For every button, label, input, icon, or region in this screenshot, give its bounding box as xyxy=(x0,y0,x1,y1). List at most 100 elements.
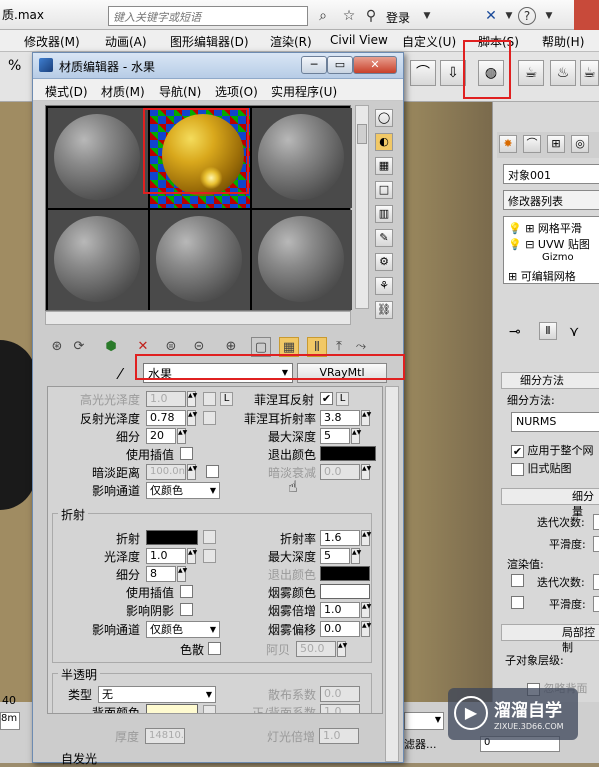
params-vertical-scrollbar[interactable] xyxy=(385,386,399,762)
backlight-icon[interactable]: ◐ xyxy=(375,133,393,151)
scroll-thumb[interactable] xyxy=(357,124,367,144)
window-close-area[interactable] xyxy=(574,0,599,30)
pick-material-eyedropper-icon[interactable]: ⁄ xyxy=(119,365,122,383)
maximize-button[interactable]: ▭ xyxy=(327,56,353,74)
sample-slot-3[interactable] xyxy=(252,108,352,208)
modify-tab-icon[interactable]: ⌒ xyxy=(523,135,541,153)
dispersion-checkbox[interactable] xyxy=(208,642,221,655)
refr-subdivs-spinner[interactable]: 8 xyxy=(146,566,176,582)
object-name-field[interactable]: 对象001 xyxy=(503,164,599,184)
dim-distance-arrows[interactable]: ▲▼ xyxy=(187,464,197,480)
user-icon[interactable]: ⚲ xyxy=(364,7,378,25)
curve-editor-button[interactable]: ⌒ xyxy=(410,60,436,86)
me-menu-material[interactable]: 材质(M) xyxy=(101,83,145,100)
dropdown-arrow-icon[interactable]: ▼ xyxy=(500,7,518,25)
options-icon[interactable]: ⚙ xyxy=(375,253,393,271)
render-iterations-checkbox[interactable] xyxy=(511,574,524,587)
sample-slot-6[interactable] xyxy=(252,210,352,310)
refr-affect-channels-select[interactable]: 仅颜色 ▼ xyxy=(146,621,220,638)
menu-rendering[interactable]: 渲染(R) xyxy=(270,33,312,50)
refr-gloss-arrows[interactable]: ▲▼ xyxy=(187,548,197,564)
refl-gloss-arrows[interactable]: ▲▼ xyxy=(187,410,197,426)
render-iterations-spinner[interactable] xyxy=(593,574,599,590)
background-icon[interactable]: ▦ xyxy=(375,157,393,175)
assign-to-selection-icon[interactable]: ⬢ xyxy=(101,337,121,357)
me-menu-modes[interactable]: 模式(D) xyxy=(45,83,88,100)
rendered-frame-button[interactable]: ♨ xyxy=(550,60,576,86)
max-depth-spinner[interactable]: 5 xyxy=(320,428,350,444)
refr-use-interp-checkbox[interactable] xyxy=(180,585,193,598)
filter-button[interactable]: 滤器... xyxy=(404,736,437,752)
exit-color-swatch[interactable] xyxy=(320,446,376,461)
fresnel-checkbox[interactable]: ✔ xyxy=(320,392,333,405)
max-depth-arrows[interactable]: ▲▼ xyxy=(351,428,361,444)
scatter-coef-spinner[interactable]: 0.0 xyxy=(320,686,360,702)
back-color-swatch[interactable] xyxy=(146,704,198,713)
refract-map-button[interactable] xyxy=(203,530,216,544)
motion-tab-icon[interactable]: ◎ xyxy=(571,135,589,153)
refl-gloss-map-button[interactable] xyxy=(203,411,216,425)
create-tab-icon[interactable]: ✸ xyxy=(499,135,517,153)
fog-bias-arrows[interactable]: ▲▼ xyxy=(361,621,371,637)
rollout-subdiv-amount[interactable]: 细分量 xyxy=(501,488,599,518)
iterations-spinner[interactable] xyxy=(593,514,599,530)
abbe-arrows[interactable]: ▲▼ xyxy=(337,641,347,657)
light-mult-spinner[interactable]: 1.0 xyxy=(319,728,359,744)
ior-arrows[interactable]: ▲▼ xyxy=(361,530,371,546)
sample-uv-tiling-icon[interactable]: □ xyxy=(375,181,393,199)
fog-mult-spinner[interactable]: 1.0 xyxy=(320,602,360,618)
back-color-map-button[interactable] xyxy=(203,705,216,713)
render-smoothness-spinner[interactable] xyxy=(593,596,599,612)
me-menu-options[interactable]: 选项(O) xyxy=(215,83,258,100)
me-menu-utilities[interactable]: 实用程序(U) xyxy=(271,83,337,100)
modifier-list-dropdown[interactable]: 修改器列表 xyxy=(503,190,599,210)
abbe-spinner[interactable]: 50.0 xyxy=(296,641,336,657)
exchange-icon[interactable]: ✕ xyxy=(482,7,500,25)
hierarchy-tab-icon[interactable]: ⊞ xyxy=(547,135,565,153)
material-map-navigator-icon[interactable]: ⛓ xyxy=(375,301,393,319)
minimize-button[interactable]: ─ xyxy=(301,56,327,74)
select-by-material-icon[interactable]: ⚘ xyxy=(375,277,393,295)
thickness-spinner[interactable]: 14810. xyxy=(145,728,185,744)
get-material-icon[interactable]: ⊛ xyxy=(47,337,67,357)
percent-snap-icon[interactable]: % xyxy=(8,58,21,74)
hilight-gloss-arrows[interactable]: ▲▼ xyxy=(187,391,197,407)
stack-item-gizmo[interactable]: Gizmo xyxy=(542,252,574,263)
slots-vertical-scrollbar[interactable] xyxy=(355,105,369,309)
hilight-gloss-spinner[interactable]: 1.0 xyxy=(146,391,186,407)
dim-falloff-spinner[interactable]: 0.0 xyxy=(320,464,360,480)
put-to-scene-icon[interactable]: ⟳ xyxy=(69,337,89,357)
render-smoothness-checkbox[interactable] xyxy=(511,596,524,609)
rollout-subdiv-method[interactable]: 细分方法 xyxy=(501,372,599,389)
star-icon[interactable]: ☆ xyxy=(340,7,358,25)
subdivs-arrows[interactable]: ▲▼ xyxy=(177,428,187,444)
refr-gloss-map-button[interactable] xyxy=(203,549,216,563)
sample-type-icon[interactable]: ◯ xyxy=(375,109,393,127)
trans-type-select[interactable]: 无 ▼ xyxy=(98,686,216,703)
menu-help[interactable]: 帮助(H) xyxy=(542,33,584,50)
refr-exit-color-swatch[interactable] xyxy=(320,566,370,581)
hilight-gloss-map-button[interactable] xyxy=(203,392,216,406)
subdivs-spinner[interactable]: 20 xyxy=(146,428,176,444)
fresnel-ior-arrows[interactable]: ▲▼ xyxy=(361,410,371,426)
help-dropdown-icon[interactable]: ▼ xyxy=(540,7,558,25)
dim-distance-spinner[interactable]: 100.0n xyxy=(146,464,186,480)
selection-set-dropdown[interactable]: ▼ xyxy=(404,712,444,730)
sample-slot-4[interactable] xyxy=(48,210,148,310)
ior-spinner[interactable]: 1.6 xyxy=(320,530,360,546)
sample-slot-1[interactable] xyxy=(48,108,148,208)
close-button[interactable]: ✕ xyxy=(353,56,397,74)
menu-modifiers[interactable]: 修改器(M) xyxy=(24,33,80,50)
video-color-check-icon[interactable]: ▥ xyxy=(375,205,393,223)
old-style-mapping-checkbox[interactable] xyxy=(511,462,524,476)
make-unique-icon[interactable]: ⋎ xyxy=(569,324,579,340)
slots-horizontal-scrollbar[interactable] xyxy=(45,311,351,325)
fwd-back-coef-spinner[interactable]: 1.0 xyxy=(320,704,360,713)
coord-x-field[interactable]: 8m xyxy=(0,712,20,730)
menu-customize[interactable]: 自定义(U) xyxy=(402,33,456,50)
search-input[interactable]: 键入关键字或短语 xyxy=(108,6,308,26)
help-button[interactable]: ? xyxy=(518,7,536,25)
use-interp-checkbox[interactable] xyxy=(180,447,193,460)
stack-item-meshsmooth[interactable]: 💡 ⊞ 网格平滑 xyxy=(508,220,582,236)
menu-graph-editors[interactable]: 图形编辑器(D) xyxy=(170,33,249,50)
